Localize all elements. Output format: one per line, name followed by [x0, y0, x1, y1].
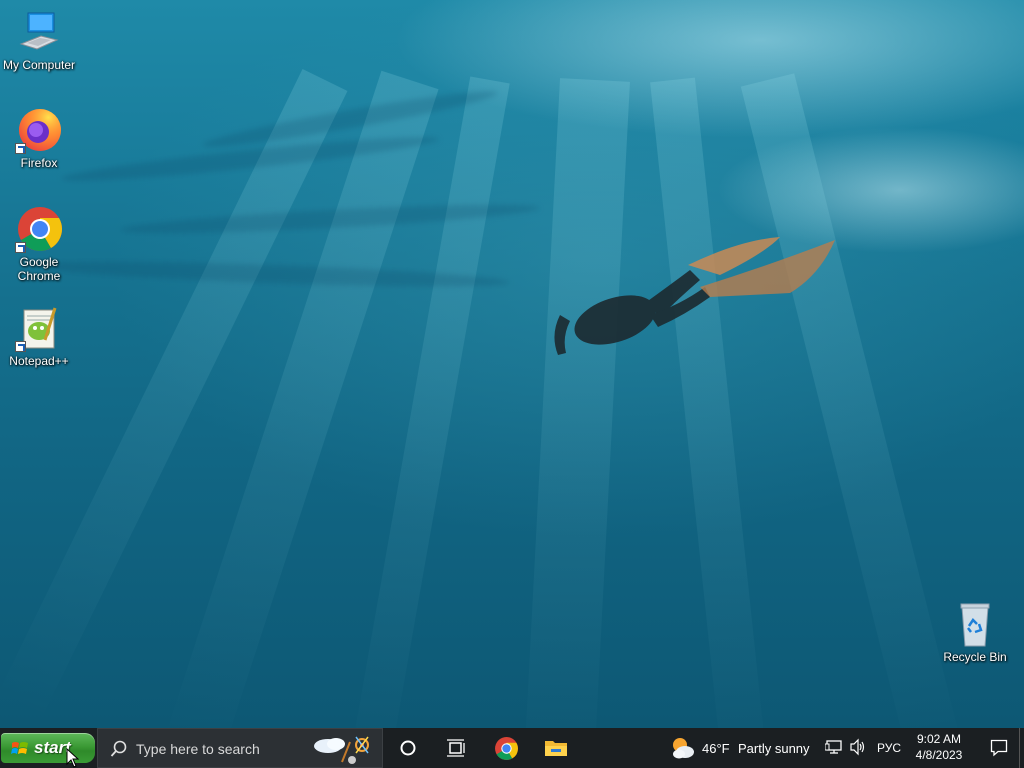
chrome-icon — [15, 205, 63, 253]
desktop-icon-my-computer[interactable]: My Computer — [1, 8, 77, 72]
partly-sunny-icon — [673, 738, 694, 759]
taskbar-file-explorer-button[interactable] — [532, 728, 580, 768]
desktop-icon-notepad-plus-plus[interactable]: Notepad++ — [1, 304, 77, 368]
weather-temperature: 46°F — [702, 741, 730, 756]
mouse-cursor-icon — [66, 748, 80, 768]
diver-silhouette — [554, 237, 835, 355]
desktop-icon-label: My Computer — [2, 58, 76, 72]
desktop-icon-firefox[interactable]: Firefox — [1, 106, 77, 170]
shortcut-arrow-icon — [15, 143, 26, 154]
search-icon — [110, 740, 127, 757]
task-view-button[interactable] — [432, 728, 480, 768]
firefox-icon — [15, 106, 63, 154]
volume-button[interactable] — [849, 738, 869, 758]
weather-condition: Partly sunny — [738, 741, 810, 756]
light-ray — [650, 77, 769, 728]
network-icon — [824, 740, 842, 754]
taskbar: start Type here to search 46°F Partly su… — [0, 728, 1024, 768]
input-language-indicator[interactable]: РУС — [877, 741, 901, 755]
action-center-button[interactable] — [978, 728, 1018, 768]
desktop-icon-google-chrome[interactable]: Google Chrome — [1, 205, 77, 283]
desktop-icon-label: Google Chrome — [17, 255, 61, 283]
clock-date: 4/8/2023 — [915, 748, 963, 762]
light-ray — [740, 73, 964, 728]
shortcut-arrow-icon — [15, 242, 26, 253]
shortcut-arrow-icon — [15, 341, 26, 352]
file-explorer-icon — [545, 741, 567, 756]
windows-logo-icon — [11, 742, 28, 754]
notepad-plus-plus-icon — [15, 304, 63, 352]
desktop-icon-label: Firefox — [20, 156, 58, 170]
cortana-button[interactable] — [384, 728, 432, 768]
desktop-wallpaper: My Computer Firefox Google Chrome Notepa… — [0, 0, 1024, 728]
clock[interactable]: 9:02 AM 4/8/2023 — [908, 731, 970, 765]
speaker-icon — [850, 738, 865, 756]
cortana-icon — [400, 740, 416, 756]
recycle-bin-icon — [951, 600, 999, 648]
light-ray — [523, 78, 630, 728]
taskbar-chrome-button[interactable] — [483, 728, 531, 768]
notification-icon — [990, 739, 1008, 757]
desktop-icon-recycle-bin[interactable]: Recycle Bin — [937, 600, 1013, 664]
weather-widget[interactable]: 46°F Partly sunny — [668, 728, 818, 768]
search-input[interactable]: Type here to search — [97, 728, 383, 768]
search-highlight-image-icon — [314, 736, 369, 764]
start-button[interactable]: start — [1, 733, 95, 763]
search-placeholder: Type here to search — [136, 741, 260, 757]
computer-icon — [15, 8, 63, 56]
task-view-icon — [447, 739, 465, 757]
clock-time: 9:02 AM — [916, 732, 962, 746]
desktop-icon-label: Recycle Bin — [943, 650, 1007, 664]
chrome-icon — [495, 737, 518, 760]
desktop-icon-label: Notepad++ — [9, 354, 69, 368]
show-desktop-button[interactable] — [1019, 728, 1024, 768]
network-button[interactable] — [824, 738, 845, 758]
